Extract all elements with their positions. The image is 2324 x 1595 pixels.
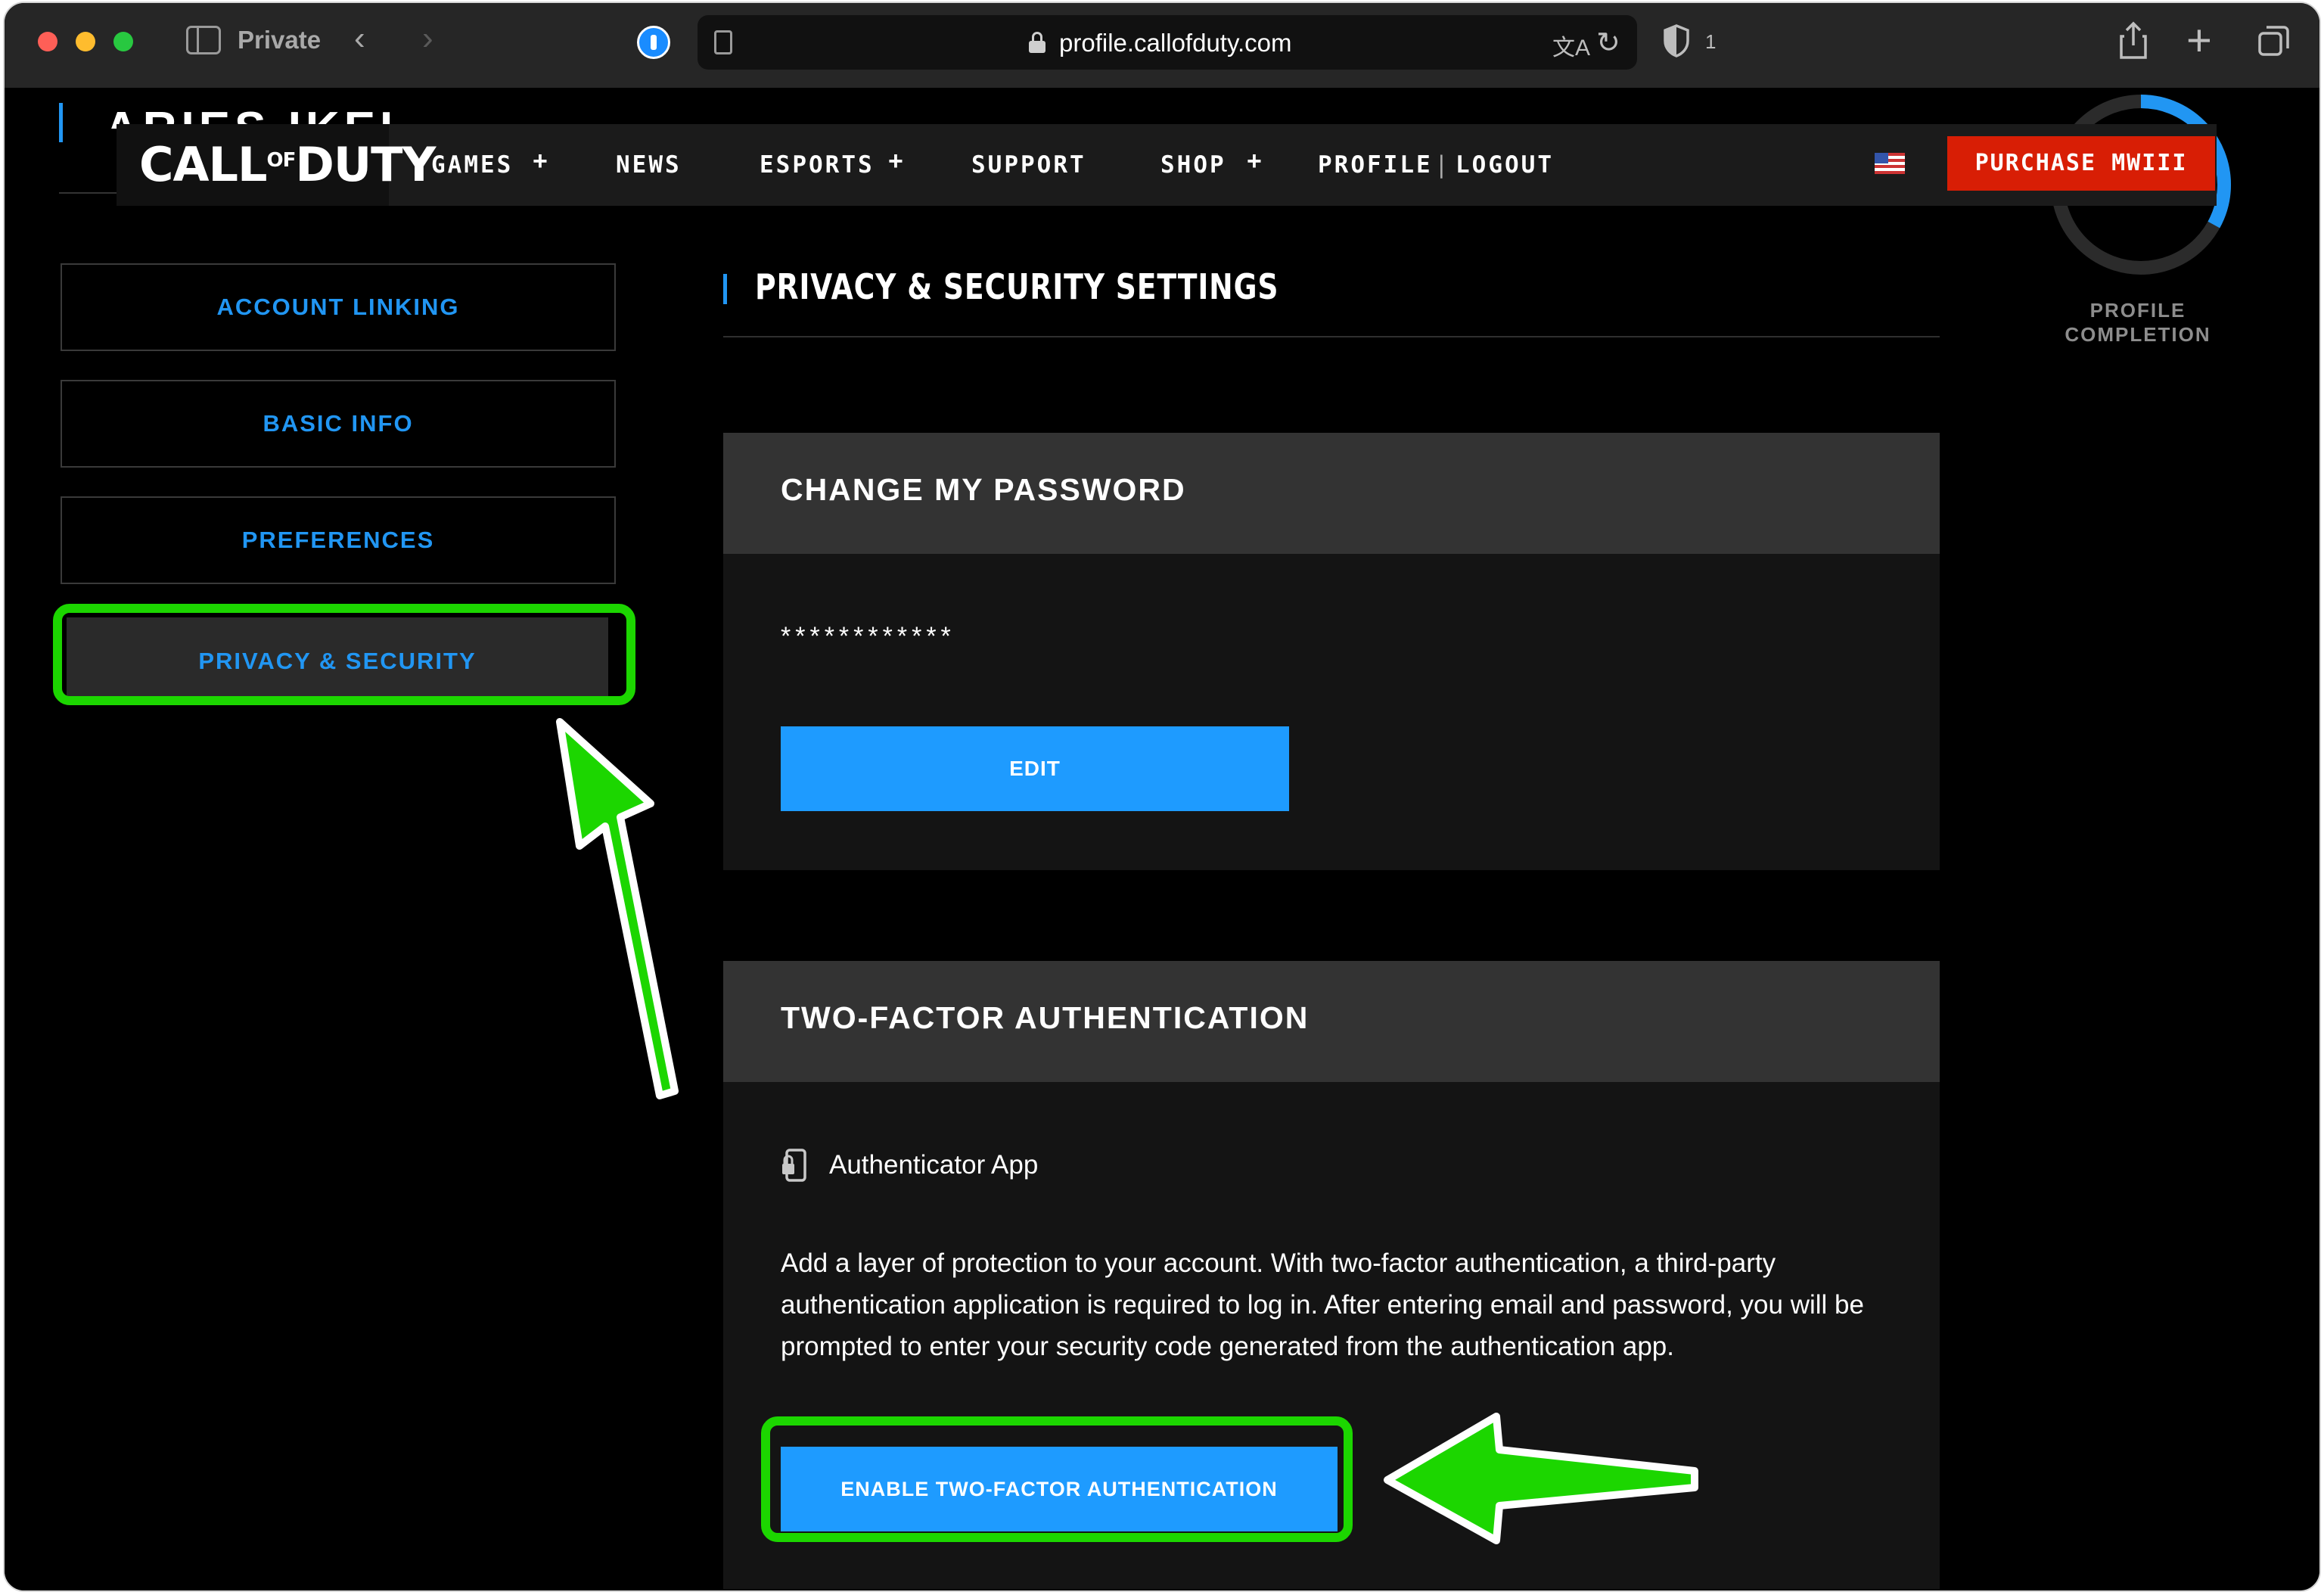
minimize-window-button[interactable] [76, 32, 95, 51]
profile-name-accent [59, 103, 63, 142]
nav-profile[interactable]: PROFILE [1318, 151, 1433, 179]
nav-logout[interactable]: LOGOUT [1456, 151, 1554, 179]
two-factor-description: Add a layer of protection to your accoun… [781, 1248, 1864, 1361]
privacy-shield-icon[interactable] [1663, 24, 1690, 58]
logo-of: OF [266, 149, 297, 172]
page-title: PRIVACY & SECURITY SETTINGS [755, 266, 1279, 307]
section-title-divider [723, 336, 1940, 337]
nav-games-expand-icon[interactable]: + [533, 147, 548, 176]
nav-esports[interactable]: ESPORTS [760, 151, 875, 179]
password-card-title: CHANGE MY PASSWORD [781, 472, 1186, 507]
profile-completion-label-line2: COMPLETION [2065, 323, 2211, 346]
close-window-button[interactable] [38, 32, 57, 51]
zoom-window-button[interactable] [113, 32, 133, 51]
forward-button[interactable]: › [422, 20, 433, 58]
address-bar[interactable]: profile.callofduty.com 文A ↻ [698, 15, 1637, 70]
logo-duty: DUTY [295, 137, 436, 192]
nav-shop-expand-icon[interactable]: + [1247, 147, 1262, 176]
profile-completion-label: PROFILE COMPLETION [2009, 298, 2267, 347]
tab-overview-icon[interactable] [2257, 24, 2291, 58]
section-title-accent [723, 274, 727, 304]
password-card-header: CHANGE MY PASSWORD [723, 433, 1940, 554]
authenticator-app-label: Authenticator App [829, 1150, 1039, 1180]
lock-icon [1029, 32, 1045, 53]
sidebar-toggle-icon[interactable] [186, 26, 221, 54]
nav-games[interactable]: GAMES [431, 151, 513, 179]
password-card: CHANGE MY PASSWORD ************ EDIT [723, 433, 1940, 870]
browser-window: Private ‹ › profile.callofduty.com 文A ↻ … [3, 2, 2321, 1592]
logo-call: CALL [139, 137, 267, 192]
web-page: ARIES IKEL PROFILE COMPLETION CALLOFDUTY… [5, 88, 2319, 1590]
reader-view-icon[interactable] [714, 30, 732, 54]
tracker-count: 1 [1705, 30, 1717, 53]
green-arrow-left-icon [1384, 1413, 1698, 1544]
share-icon[interactable] [2118, 21, 2148, 61]
back-button[interactable]: ‹ [354, 20, 365, 58]
call-of-duty-logo[interactable]: CALLOFDUTY [117, 124, 436, 206]
new-tab-button[interactable]: + [2186, 15, 2212, 66]
nav-esports-expand-icon[interactable]: + [888, 147, 903, 176]
sidebar-item-preferences[interactable]: PREFERENCES [61, 496, 616, 584]
url-text[interactable]: profile.callofduty.com [1059, 29, 1292, 58]
sidebar-item-basic-info[interactable]: BASIC INFO [61, 380, 616, 468]
us-flag-icon[interactable] [1875, 153, 1905, 174]
enable-two-factor-highlight [761, 1416, 1353, 1542]
two-factor-card-header: TWO-FACTOR AUTHENTICATION [723, 961, 1940, 1082]
private-browsing-label: Private [238, 26, 322, 54]
phone-lock-icon [781, 1149, 808, 1183]
profile-completion-label-line1: PROFILE [2089, 299, 2186, 322]
edit-password-button[interactable]: EDIT [781, 726, 1289, 811]
nav-news[interactable]: NEWS [616, 151, 682, 179]
password-manager-icon[interactable] [637, 26, 670, 59]
translate-icon[interactable]: 文A [1552, 29, 1590, 62]
nav-separator: | [1434, 151, 1451, 179]
browser-toolbar: Private ‹ › profile.callofduty.com 文A ↻ … [5, 3, 2319, 89]
green-arrow-up-icon [556, 718, 679, 1099]
privacy-security-highlight [53, 604, 635, 705]
sidebar-item-account-linking[interactable]: ACCOUNT LINKING [61, 263, 616, 351]
purchase-mwiii-button[interactable]: PURCHASE MWIII [1947, 136, 2215, 191]
nav-support[interactable]: SUPPORT [971, 151, 1086, 179]
nav-shop[interactable]: SHOP [1160, 151, 1226, 179]
reload-icon[interactable]: ↻ [1596, 26, 1620, 60]
site-header: CALLOFDUTY GAMES + NEWS ESPORTS + SUPPOR… [117, 124, 2217, 206]
password-masked-value: ************ [781, 622, 955, 651]
two-factor-card-title: TWO-FACTOR AUTHENTICATION [781, 1000, 1310, 1035]
